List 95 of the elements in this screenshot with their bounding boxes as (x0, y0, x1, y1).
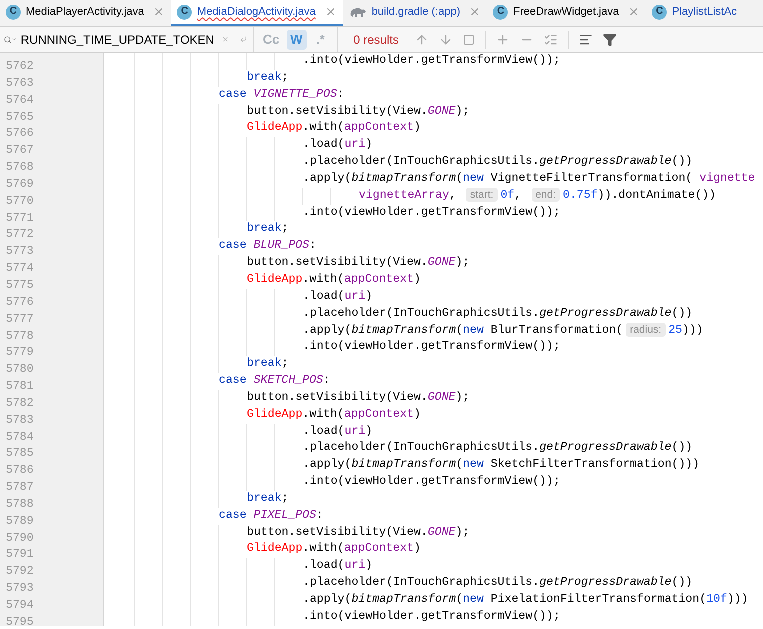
line-number: 5763 (6, 76, 34, 90)
line-number: 5772 (6, 228, 34, 242)
class-icon: C (177, 4, 192, 20)
line-number: 5783 (6, 414, 34, 427)
line-number: 5774 (6, 262, 34, 276)
code-line: .load(uri) (303, 138, 373, 152)
line-number: 5768 (6, 161, 34, 174)
line-number: 5784 (6, 430, 34, 444)
code-line: GlideApp.with(appContext) (247, 542, 421, 556)
search-query: RUNNING_TIME_UPDATE_TOKEN (20, 32, 214, 48)
line-number: 5770 (6, 194, 34, 208)
line-number: 5794 (6, 599, 34, 612)
code-line: .placeholder(InTouchGraphicsUtils.getProgressDrawable()) (303, 576, 693, 590)
tab-label: MediaPlayerActivity.java (26, 4, 144, 20)
elephant-icon (348, 5, 367, 19)
search-field[interactable]: RUNNING_TIME_UPDATE_TOKEN (0, 27, 254, 52)
line-number: 5773 (6, 245, 34, 258)
code-line: case BLUR_POS: (219, 239, 316, 252)
code-line: case SKETCH_POS: (219, 374, 330, 388)
editor-tab[interactable]: C PlaylistListAc (646, 0, 744, 26)
add-selection-icon[interactable] (496, 32, 510, 46)
code-line: button.setVisibility(View.GONE); (247, 104, 470, 118)
code-line: .into(viewHolder.getTransformView()); (303, 54, 560, 67)
line-number: 5775 (6, 278, 34, 292)
code-line: vignetteArray, start: 0f, end: 0.75f)).dontAnimate()) (359, 188, 716, 202)
code-line: GlideApp.with(appContext) (247, 408, 421, 421)
code-line: button.setVisibility(View.GONE); (247, 526, 470, 539)
code-line: .into(viewHolder.getTransformView()); (303, 610, 560, 623)
code-line: .load(uri) (303, 424, 373, 438)
code-line: break; (247, 357, 289, 370)
line-number: 5795 (6, 616, 34, 629)
class-icon: C (493, 4, 508, 20)
line-number: 5780 (6, 363, 34, 376)
code-line: button.setVisibility(View.GONE); (247, 390, 470, 404)
code-line: GlideApp.with(appContext) (247, 121, 421, 134)
code-line: case PIXEL_POS: (219, 508, 324, 522)
lines-icon[interactable] (578, 32, 593, 46)
editor-tab[interactable]: C MediaPlayerActivity.java (0, 0, 172, 26)
results-count: 0 results (354, 32, 399, 48)
code-line: case VIGNETTE_POS: (219, 88, 344, 101)
code-line: .load(uri) (303, 559, 373, 572)
close-icon[interactable] (153, 6, 166, 18)
code-line: break; (247, 222, 289, 236)
tab-label: MediaDialogActivity.java (197, 4, 316, 20)
editor-tab[interactable]: C FreeDrawWidget.java (487, 0, 646, 26)
code-line: .into(viewHolder.getTransformView()); (303, 475, 560, 488)
tab-label: build.gradle (:app) (372, 4, 460, 20)
line-number: 5778 (6, 330, 34, 342)
class-icon: C (652, 4, 668, 20)
line-number: 5781 (6, 380, 34, 394)
line-number: 5769 (6, 178, 34, 191)
editor-tab[interactable]: C MediaDialogActivity.java (171, 0, 343, 26)
code-line: GlideApp.with(appContext) (247, 272, 421, 286)
tab-label: PlaylistListAc (672, 4, 738, 20)
line-number: 5767 (6, 144, 34, 158)
class-icon: C (6, 4, 21, 20)
code-line: .into(viewHolder.getTransformView()); (303, 340, 560, 354)
editor-tab[interactable]: build.gradle (:app) (342, 0, 488, 26)
line-number: 5779 (6, 346, 34, 360)
code-line: .apply(bitmapTransform(new BlurTransformation( radius: 25))) (303, 324, 704, 336)
line-number: 5762 (6, 60, 34, 73)
line-number: 5771 (6, 212, 34, 225)
code-line: .placeholder(InTouchGraphicsUtils.getProgressDrawable()) (303, 306, 693, 320)
line-number: 5765 (6, 110, 34, 124)
code-line: button.setVisibility(View.GONE); (247, 256, 470, 270)
line-number: 5782 (6, 396, 34, 410)
line-number: 5793 (6, 582, 34, 596)
line-number: 5792 (6, 565, 34, 578)
code-line: .apply(bitmapTransform(new PixelationFilterTransformation(10f))) (303, 593, 748, 606)
line-number: 5788 (6, 498, 34, 511)
close-icon[interactable] (628, 6, 640, 18)
code-line: .apply(bitmapTransform(new VignetteFilterTransformation( vignette (303, 172, 756, 185)
line-number: 5789 (6, 514, 34, 528)
code-line: .placeholder(InTouchGraphicsUtils.getProgressDrawable()) (303, 155, 693, 168)
square-icon[interactable] (462, 34, 475, 46)
code-line: break; (247, 70, 289, 84)
line-number: 5786 (6, 464, 34, 478)
line-number: 5776 (6, 296, 34, 309)
line-number: 5777 (6, 312, 34, 326)
line-number: 5790 (6, 532, 34, 545)
code-line: .placeholder(InTouchGraphicsUtils.getProgressDrawable()) (303, 441, 693, 454)
code-line: .load(uri) (303, 290, 373, 303)
select-all-icon[interactable] (544, 32, 558, 46)
filter-icon[interactable] (602, 32, 617, 46)
line-number: 5791 (6, 548, 34, 562)
line-number: 5764 (6, 94, 34, 107)
line-number: 5787 (6, 481, 34, 494)
close-icon[interactable] (324, 6, 337, 18)
line-number: 5766 (6, 127, 34, 140)
line-number: 5785 (6, 447, 34, 460)
tab-label: FreeDrawWidget.java (513, 4, 620, 20)
code-line: .apply(bitmapTransform(new SketchFilterTransformation())) (303, 458, 700, 472)
code-line: break; (247, 492, 289, 505)
close-icon[interactable] (469, 6, 482, 18)
code-line: .into(viewHolder.getTransformView()); (303, 206, 560, 219)
